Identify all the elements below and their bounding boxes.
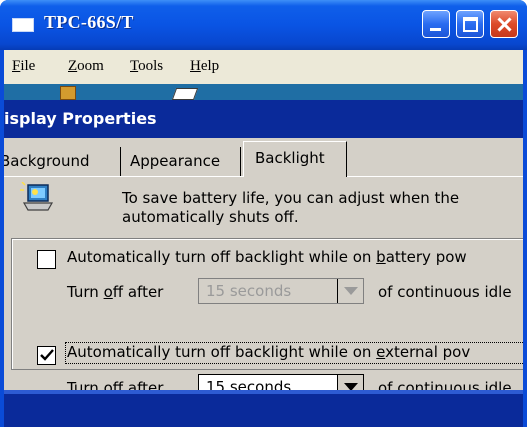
external-label-text-end: xternal pov [385,343,471,361]
menu-help[interactable]: Help [190,58,219,75]
intro-text-line2: automatically shuts off. [122,208,299,226]
menu-file-label: ile [20,58,36,74]
emulator-window: TPC-66S/T File Zoom Tools Help isplay Pr… [0,0,527,427]
menu-zoom[interactable]: Zoom [68,58,104,75]
minimize-icon [430,28,441,31]
chevron-down-icon [337,279,363,303]
close-icon [491,11,517,37]
external-timeout-value: 15 seconds [206,378,292,390]
emulator-titlebar[interactable]: TPC-66S/T [0,0,527,50]
dialog-title: isplay Properties [4,109,157,128]
battery-timeout-value: 15 seconds [206,282,292,300]
menu-file[interactable]: File [12,58,35,75]
intro-text-line1: To save battery life, you can adjust whe… [122,189,460,207]
menu-tools-label: ools [138,58,164,74]
desktop-shortcut-icon[interactable] [60,86,76,100]
close-button[interactable] [490,10,518,38]
minimize-button[interactable] [422,10,450,38]
checkmark-icon [40,349,54,361]
external-backlight-label[interactable]: Automatically turn off backlight while o… [67,343,470,361]
menu-zoom-label: oom [77,58,104,74]
battery-turnoff-text-end: ff after [112,283,164,301]
dialog-body: Background Appearance Backlight To save … [4,138,523,390]
desktop-shortcut-icon[interactable] [171,88,199,100]
menu-zoom-mnemonic: Z [68,58,78,74]
tab-appearance[interactable]: Appearance [122,147,241,176]
tab-backlight[interactable]: Backlight [243,141,347,177]
battery-turnoff-text: Turn [67,283,104,301]
battery-backlight-label: Automatically turn off backlight while o… [67,248,467,266]
battery-backlight-checkbox[interactable] [37,250,56,269]
chevron-down-icon[interactable] [337,375,363,390]
menu-bar: File Zoom Tools Help [4,50,523,84]
window-title: TPC-66S/T [44,12,134,32]
menu-tools[interactable]: Tools [130,58,163,75]
battery-label-text-end: attery pow [385,248,467,266]
battery-turnoff-mnemonic: o [103,283,113,301]
external-turnoff-mnemonic: a [127,379,138,390]
menu-help-mnemonic: H [190,58,201,74]
external-idle-label: of continuous idle [378,379,512,390]
battery-label-text: Automatically turn off backlight while o… [67,248,377,266]
external-turnoff-label: Turn off after [67,379,163,390]
external-turnoff-text-end: fter [137,379,164,390]
external-label-mnemonic: e [376,343,386,361]
laptop-monitor-icon [20,182,54,211]
battery-timeout-select: 15 seconds [198,278,364,304]
maximize-button[interactable] [456,10,484,38]
external-timeout-select[interactable]: 15 seconds [198,374,364,390]
external-backlight-checkbox[interactable] [37,346,56,365]
menu-tools-mnemonic: T [130,58,139,74]
taskbar-edge [4,390,523,394]
device-desktop [4,84,523,100]
battery-idle-label: of continuous idle [378,283,512,301]
battery-turnoff-label: Turn off after [67,283,163,301]
dialog-titlebar[interactable]: isplay Properties [4,100,523,138]
device-taskbar [4,390,523,427]
maximize-icon [463,17,478,32]
app-icon [12,18,34,32]
tab-background[interactable]: Background [4,147,121,176]
menu-help-label: elp [200,58,220,74]
battery-label-mnemonic: b [376,248,386,266]
external-turnoff-text: Turn off [67,379,128,390]
external-label-text: Automatically turn off backlight while o… [67,343,377,361]
